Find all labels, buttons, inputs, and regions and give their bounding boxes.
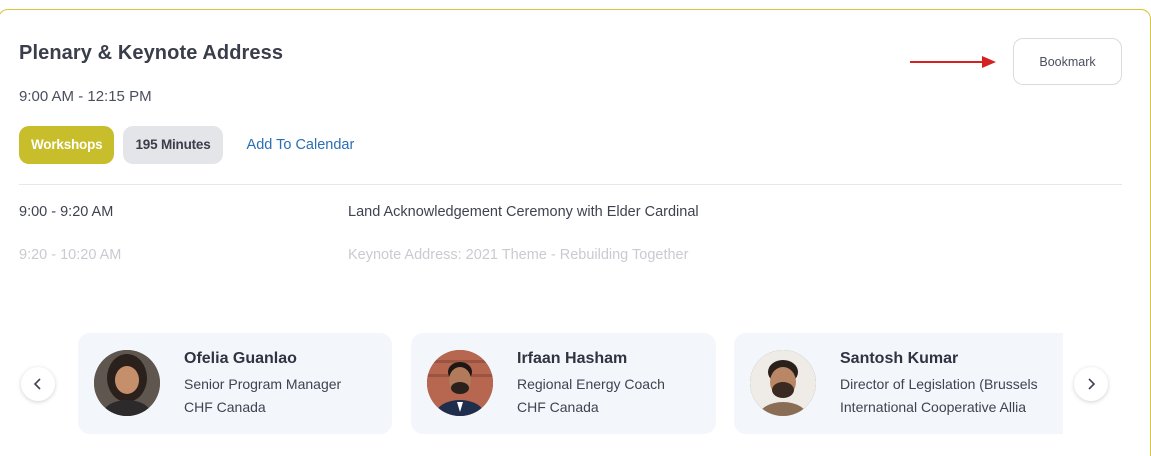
carousel-viewport: Ofelia Guanlao Senior Program Manager CH… xyxy=(78,333,1063,437)
duration-tag: 195 Minutes xyxy=(123,126,223,164)
speakers-carousel: Ofelia Guanlao Senior Program Manager CH… xyxy=(0,333,1151,437)
agenda-title: Land Acknowledgement Ceremony with Elder… xyxy=(348,204,699,220)
speaker-org: CHF Canada xyxy=(517,399,599,415)
add-to-calendar-link[interactable]: Add To Calendar xyxy=(247,137,355,153)
avatar xyxy=(427,350,493,416)
session-tags: Workshops 195 Minutes Add To Calendar xyxy=(19,126,354,164)
speaker-role: Director of Legislation (Brussels xyxy=(840,376,1038,392)
speaker-card[interactable]: Irfaan Hasham Regional Energy Coach CHF … xyxy=(411,333,716,434)
chevron-right-icon xyxy=(1088,378,1096,390)
speaker-org: International Cooperative Allia xyxy=(840,399,1027,415)
carousel-next-button[interactable] xyxy=(1074,367,1108,401)
divider xyxy=(19,184,1122,185)
chevron-left-icon xyxy=(33,378,41,390)
agenda-time: 9:00 - 9:20 AM xyxy=(19,204,114,220)
agenda-time: 9:20 - 10:20 AM xyxy=(19,247,122,263)
carousel-prev-button[interactable] xyxy=(21,367,55,401)
speaker-role: Senior Program Manager xyxy=(184,376,342,392)
speaker-name: Santosh Kumar xyxy=(840,350,959,367)
arrow-right-icon xyxy=(910,56,996,68)
avatar xyxy=(750,350,816,416)
agenda-item: 9:00 - 9:20 AM Land Acknowledgement Cere… xyxy=(19,204,699,220)
agenda-title: Keynote Address: 2021 Theme - Rebuilding… xyxy=(348,247,689,263)
speaker-name: Ofelia Guanlao xyxy=(184,350,297,367)
agenda-item: 9:20 - 10:20 AM Keynote Address: 2021 Th… xyxy=(19,247,688,263)
session-title: Plenary & Keynote Address xyxy=(19,42,284,64)
category-tag: Workshops xyxy=(19,126,115,164)
session-time: 9:00 AM - 12:15 PM xyxy=(19,88,152,105)
speaker-card[interactable]: Ofelia Guanlao Senior Program Manager CH… xyxy=(78,333,392,434)
avatar xyxy=(94,350,160,416)
speaker-name: Irfaan Hasham xyxy=(517,350,628,367)
bookmark-button[interactable]: Bookmark xyxy=(1013,38,1122,85)
speaker-card[interactable]: Santosh Kumar Director of Legislation (B… xyxy=(734,333,1063,434)
speaker-role: Regional Energy Coach xyxy=(517,376,665,392)
speaker-org: CHF Canada xyxy=(184,399,266,415)
